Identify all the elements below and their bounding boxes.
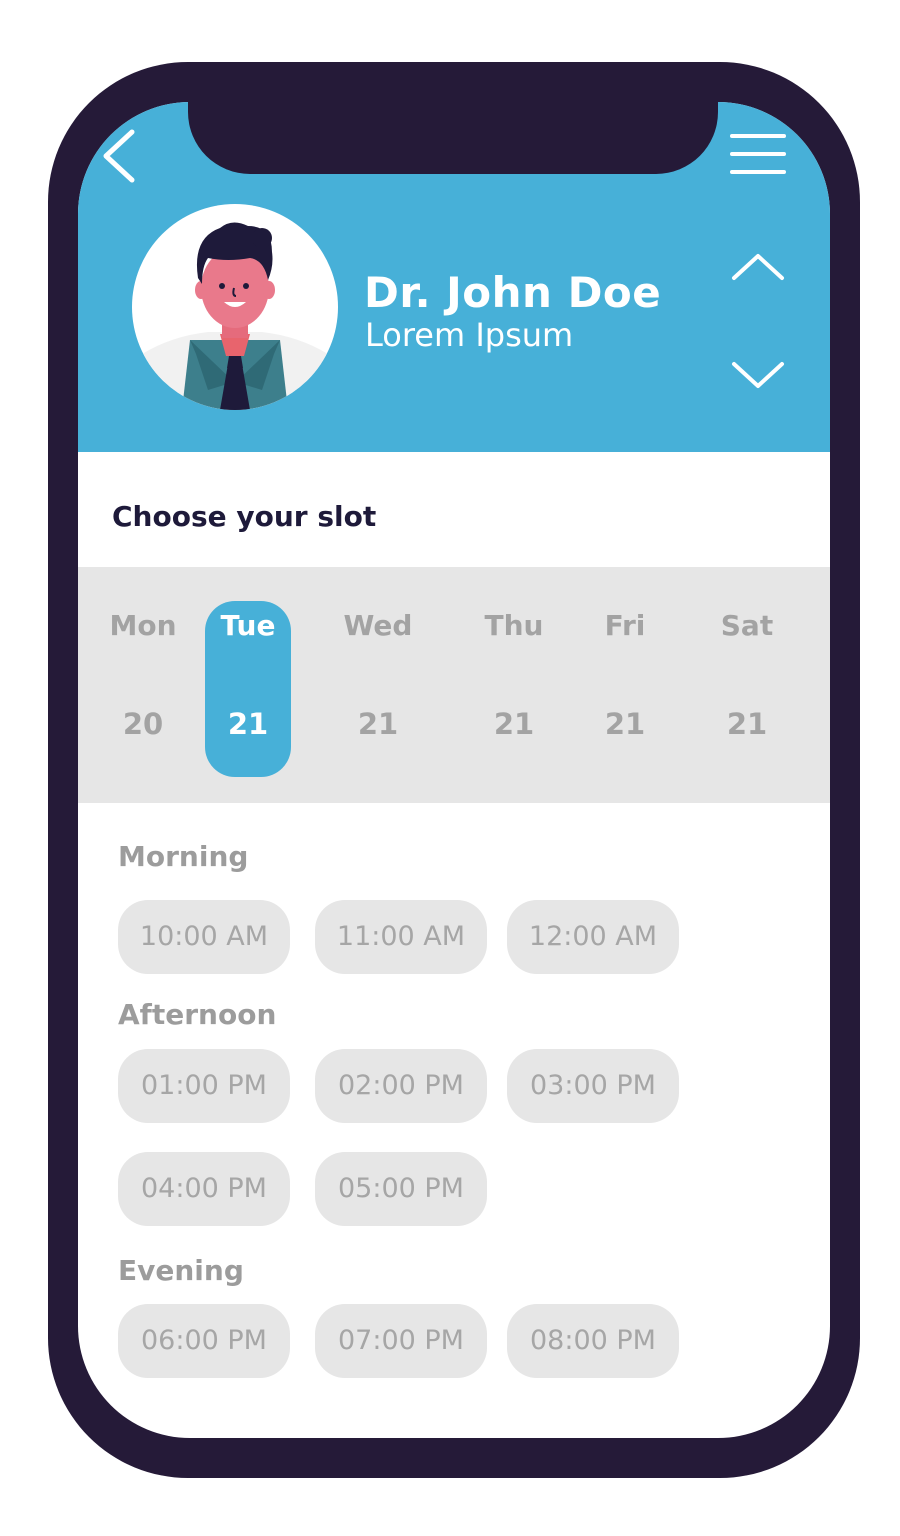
date-strip: Mon 20 Tue 21 Wed 21 Thu 21 Fri 21 Sat 2… [78, 567, 830, 803]
day-name: Mon [109, 609, 177, 642]
morning-label: Morning [118, 840, 249, 873]
day-fri[interactable]: Fri 21 [582, 601, 668, 777]
doctor-name: Dr. John Doe [364, 268, 662, 317]
slot-button[interactable]: 11:00 AM [315, 900, 487, 974]
choose-slot-title: Choose your slot [112, 500, 377, 533]
chevron-up-icon[interactable] [728, 248, 788, 288]
hamburger-menu-icon[interactable] [730, 132, 786, 176]
doctor-avatar [132, 204, 338, 410]
slot-button[interactable]: 01:00 PM [118, 1049, 290, 1123]
app-screen: Dr. John Doe Lorem Ipsum Choose your slo… [78, 102, 830, 1438]
day-sat[interactable]: Sat 21 [704, 601, 790, 777]
day-wed[interactable]: Wed 21 [335, 601, 421, 777]
slot-button[interactable]: 02:00 PM [315, 1049, 487, 1123]
slot-button[interactable]: 03:00 PM [507, 1049, 679, 1123]
day-date: 21 [227, 707, 269, 741]
day-name: Sat [720, 609, 774, 642]
day-thu[interactable]: Thu 21 [471, 601, 557, 777]
back-icon[interactable] [98, 128, 138, 184]
slot-button[interactable]: 07:00 PM [315, 1304, 487, 1378]
evening-label: Evening [118, 1254, 244, 1287]
day-name: Wed [343, 609, 413, 642]
day-date: 21 [493, 707, 535, 741]
day-name: Fri [604, 609, 646, 642]
slot-button[interactable]: 05:00 PM [315, 1152, 487, 1226]
day-date: 21 [357, 707, 399, 741]
day-date: 21 [604, 707, 646, 741]
day-date: 21 [726, 707, 768, 741]
afternoon-label: Afternoon [118, 998, 277, 1031]
slot-button[interactable]: 04:00 PM [118, 1152, 290, 1226]
day-name: Thu [484, 609, 544, 642]
slot-button[interactable]: 12:00 AM [507, 900, 679, 974]
doctor-subtitle: Lorem Ipsum [365, 316, 574, 354]
day-mon[interactable]: Mon 20 [100, 601, 186, 777]
slot-button[interactable]: 06:00 PM [118, 1304, 290, 1378]
slot-button[interactable]: 10:00 AM [118, 900, 290, 974]
day-tue[interactable]: Tue 21 [205, 601, 291, 777]
slot-button[interactable]: 08:00 PM [507, 1304, 679, 1378]
day-name: Tue [220, 609, 276, 642]
chevron-down-icon[interactable] [728, 356, 788, 396]
day-date: 20 [122, 707, 164, 741]
phone-notch [188, 102, 718, 174]
